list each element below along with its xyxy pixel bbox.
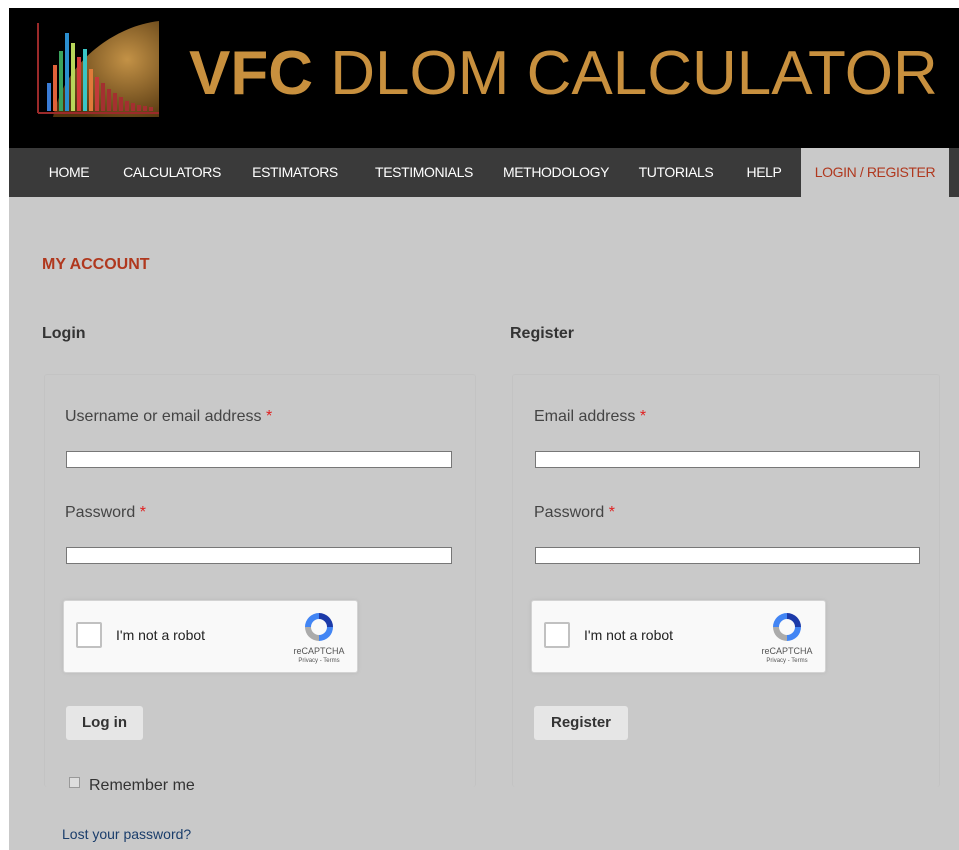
- recaptcha-brand: reCAPTCHA: [761, 646, 813, 656]
- lost-password-link[interactable]: Lost your password?: [62, 826, 191, 842]
- register-password-input[interactable]: [535, 547, 920, 564]
- login-button[interactable]: Log in: [66, 706, 143, 740]
- nav-testimonials[interactable]: TESTIMONIALS: [363, 148, 485, 197]
- register-password-label-text: Password: [534, 504, 605, 521]
- required-mark: *: [265, 408, 273, 425]
- page: VFC DLOM CALCULATOR HOME CALCULATORS EST…: [9, 8, 959, 850]
- required-mark: *: [139, 504, 146, 521]
- username-input[interactable]: [66, 451, 452, 468]
- login-password-label-text: Password: [65, 504, 136, 521]
- register-heading: Register: [510, 325, 575, 342]
- recaptcha-privacy-terms[interactable]: Privacy - Terms: [280, 658, 358, 664]
- email-label: Email address *: [534, 408, 646, 426]
- email-input[interactable]: [535, 451, 920, 468]
- username-label-text: Username or email address: [65, 408, 262, 425]
- recaptcha-label: I'm not a robot: [116, 627, 206, 643]
- register-recaptcha: I'm not a robot reCAPTCHA Privacy - Term…: [531, 600, 826, 673]
- site-title-rest: DLOM CALCULATOR: [313, 39, 938, 108]
- recaptcha-label: I'm not a robot: [584, 627, 674, 643]
- page-title: MY ACCOUNT: [42, 256, 150, 273]
- site-title-bold: VFC: [189, 39, 313, 108]
- remember-me-label: Remember me: [89, 777, 195, 794]
- remember-me[interactable]: Remember me: [69, 777, 195, 795]
- main-nav: HOME CALCULATORS ESTIMATORS TESTIMONIALS…: [9, 148, 959, 197]
- header-banner: VFC DLOM CALCULATOR: [9, 8, 959, 148]
- nav-home[interactable]: HOME: [38, 148, 100, 197]
- nav-help[interactable]: HELP: [737, 148, 791, 197]
- remember-me-checkbox[interactable]: [69, 777, 80, 788]
- username-label: Username or email address *: [65, 408, 272, 426]
- register-button[interactable]: Register: [534, 706, 628, 740]
- required-mark: *: [608, 504, 615, 521]
- nav-estimators[interactable]: ESTIMATORS: [245, 148, 345, 197]
- login-heading: Login: [42, 325, 86, 342]
- email-label-text: Email address: [534, 408, 636, 425]
- recaptcha-brand: reCAPTCHA: [293, 646, 345, 656]
- nav-methodology[interactable]: METHODOLOGY: [492, 148, 620, 197]
- recaptcha-icon: [773, 613, 801, 641]
- site-title: VFC DLOM CALCULATOR: [189, 39, 938, 109]
- login-form: Username or email address * Password * I…: [44, 374, 476, 787]
- nav-tutorials[interactable]: TUTORIALS: [630, 148, 722, 197]
- login-password-label: Password *: [65, 504, 146, 522]
- nav-calculators[interactable]: CALCULATORS: [116, 148, 228, 197]
- bar-chart-logo-icon: [37, 21, 159, 117]
- register-form: Email address * Password * I'm not a rob…: [512, 374, 940, 787]
- login-password-input[interactable]: [66, 547, 452, 564]
- required-mark: *: [639, 408, 647, 425]
- nav-login-register[interactable]: LOGIN / REGISTER: [801, 148, 949, 197]
- recaptcha-checkbox[interactable]: [76, 622, 102, 648]
- login-recaptcha: I'm not a robot reCAPTCHA Privacy - Term…: [63, 600, 358, 673]
- register-password-label: Password *: [534, 504, 615, 522]
- recaptcha-privacy-terms[interactable]: Privacy - Terms: [748, 658, 826, 664]
- recaptcha-checkbox[interactable]: [544, 622, 570, 648]
- recaptcha-icon: [305, 613, 333, 641]
